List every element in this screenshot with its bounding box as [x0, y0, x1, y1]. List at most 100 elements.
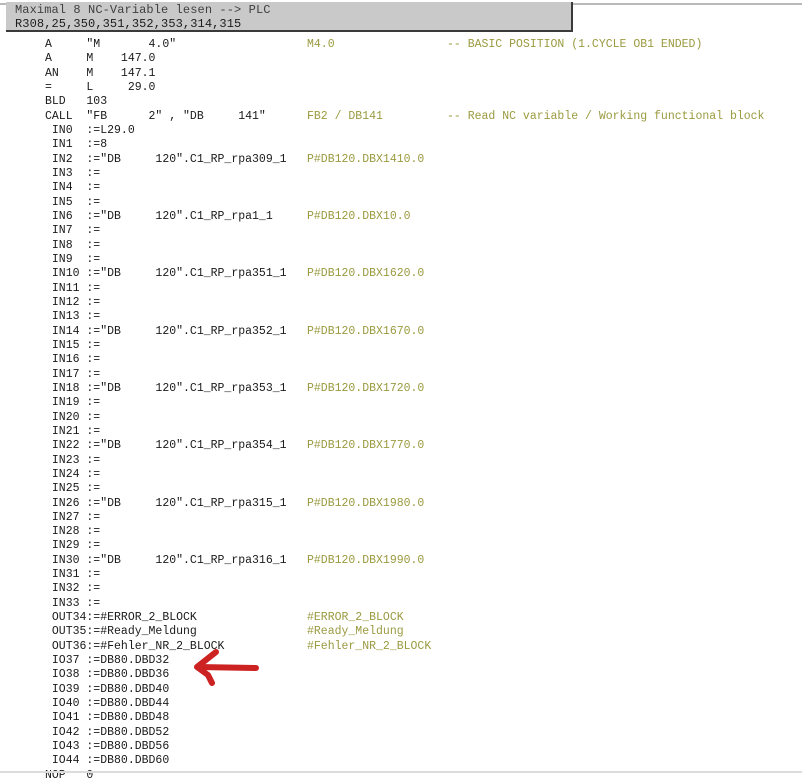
code-line[interactable]: IN28 :=	[0, 525, 802, 539]
code-line[interactable]: BLD 103	[0, 95, 802, 109]
code-line[interactable]: IN8 :=	[0, 239, 802, 253]
code-statement: IN13 :=	[45, 310, 101, 324]
code-statement: IO37 :=DB80.DBD32	[45, 654, 170, 668]
code-line[interactable]: IO41 :=DB80.DBD48	[0, 711, 802, 725]
stl-code-listing[interactable]: A "M 4.0" M4.0 -- BASIC POSITION (1.CYCLE …	[0, 38, 802, 782]
code-line[interactable]: IO42 :=DB80.DBD52	[0, 726, 802, 740]
code-line[interactable]: IN20 :=	[0, 411, 802, 425]
code-line[interactable]: IN4 :=	[0, 181, 802, 195]
code-line[interactable]: IO44 :=DB80.DBD60	[0, 754, 802, 768]
code-line[interactable]: IN9 :=	[0, 253, 802, 267]
code-line[interactable]: IN7 :=	[0, 224, 802, 238]
code-statement: IN1 :=8	[45, 138, 108, 152]
code-line[interactable]: IN21 :=	[0, 425, 802, 439]
code-line[interactable]: IN29 :=	[0, 539, 802, 553]
code-statement: = L 29.0	[45, 80, 156, 94]
code-line[interactable]: IN6 :="DB 120".C1_RP_rpa1_1 P#DB120.DBX10…	[0, 210, 802, 224]
code-line[interactable]: OUT34:=#ERROR_2_BLOCK #ERROR_2_BLOCK	[0, 611, 802, 625]
code-line[interactable]: CALL "FB 2" , "DB 141" FB2 / DB141 -- Read…	[0, 110, 802, 124]
code-line[interactable]: = L 29.0	[0, 81, 802, 95]
code-line[interactable]: A M 147.0	[0, 52, 802, 66]
code-line[interactable]: IO38 :=DB80.DBD36	[0, 668, 802, 682]
code-line[interactable]: IN16 :=	[0, 353, 802, 367]
code-line[interactable]: IN10 :="DB 120".C1_RP_rpa351_1 P#DB120.DB…	[0, 267, 802, 281]
code-line[interactable]: IN15 :=	[0, 339, 802, 353]
code-address-comment: FB2 / DB141	[307, 109, 383, 123]
code-address-comment: #ERROR_2_BLOCK	[307, 611, 404, 625]
code-line[interactable]: IN12 :=	[0, 296, 802, 310]
code-line[interactable]: IN13 :=	[0, 310, 802, 324]
code-statement: IN24 :=	[45, 467, 101, 481]
network-title-line-1: Maximal 8 NC-Variable lesen --> PLC	[15, 3, 271, 17]
code-line[interactable]: IN1 :=8	[0, 138, 802, 152]
code-line[interactable]: OUT35:=#Ready_Meldung #Ready_Meldung	[0, 625, 802, 639]
code-statement: IN14 :="DB 120".C1_RP_rpa352_1	[45, 324, 287, 338]
code-statement: IN8 :=	[45, 238, 101, 252]
code-address-comment: #Fehler_NR_2_BLOCK	[307, 639, 432, 653]
code-line[interactable]: IO39 :=DB80.DBD40	[0, 683, 802, 697]
code-statement: IN5 :=	[45, 195, 101, 209]
code-address-comment: P#DB120.DBX1770.0	[307, 439, 425, 453]
code-statement: IN12 :=	[45, 295, 101, 309]
code-statement: OUT36:=#Fehler_NR_2_BLOCK	[45, 639, 225, 653]
code-statement: IN4 :=	[45, 181, 101, 195]
code-line[interactable]: IN5 :=	[0, 196, 802, 210]
code-line[interactable]: IN27 :=	[0, 511, 802, 525]
code-line[interactable]: IN24 :=	[0, 468, 802, 482]
code-line[interactable]: A "M 4.0" M4.0 -- BASIC POSITION (1.CYCLE …	[0, 38, 802, 52]
code-statement: IN19 :=	[45, 396, 101, 410]
code-line[interactable]: IN31 :=	[0, 568, 802, 582]
code-statement: IN0 :=L29.0	[45, 123, 135, 137]
code-statement: CALL "FB 2" , "DB 141"	[45, 109, 266, 123]
code-statement: IN26 :="DB 120".C1_RP_rpa315_1	[45, 496, 287, 510]
code-line[interactable]: IN23 :=	[0, 454, 802, 468]
code-statement: IO42 :=DB80.DBD52	[45, 725, 170, 739]
code-statement: AN M 147.1	[45, 66, 156, 80]
code-line[interactable]: IO40 :=DB80.DBD44	[0, 697, 802, 711]
code-address-comment: P#DB120.DBX1670.0	[307, 324, 425, 338]
code-line[interactable]: IN22 :="DB 120".C1_RP_rpa354_1 P#DB120.DB…	[0, 439, 802, 453]
code-statement: IN29 :=	[45, 539, 101, 553]
code-line[interactable]: OUT36:=#Fehler_NR_2_BLOCK #Fehler_NR_2_BL…	[0, 640, 802, 654]
code-statement: BLD 103	[45, 95, 108, 109]
code-statement: IN32 :=	[45, 582, 101, 596]
network-title-panel[interactable]: Maximal 8 NC-Variable lesen --> PLC R308…	[6, 2, 573, 32]
code-line[interactable]: IO37 :=DB80.DBD32	[0, 654, 802, 668]
code-statement: IN25 :=	[45, 482, 101, 496]
code-statement: IO40 :=DB80.DBD44	[45, 697, 170, 711]
code-address-comment: P#DB120.DBX1620.0	[307, 267, 425, 281]
code-address-comment: P#DB120.DBX1990.0	[307, 553, 425, 567]
code-line[interactable]: IN19 :=	[0, 396, 802, 410]
code-statement: A M 147.0	[45, 52, 156, 66]
code-line[interactable]: IN14 :="DB 120".C1_RP_rpa352_1 P#DB120.DB…	[0, 325, 802, 339]
code-statement: IN33 :=	[45, 596, 101, 610]
code-statement: IN28 :=	[45, 525, 101, 539]
code-line[interactable]: IN17 :=	[0, 368, 802, 382]
code-statement: A "M 4.0"	[45, 38, 177, 51]
code-line[interactable]: IN25 :=	[0, 482, 802, 496]
code-statement: IN3 :=	[45, 166, 101, 180]
code-line[interactable]: IN3 :=	[0, 167, 802, 181]
code-line[interactable]: IN26 :="DB 120".C1_RP_rpa315_1 P#DB120.DB…	[0, 497, 802, 511]
code-statement: IN27 :=	[45, 510, 101, 524]
code-statement: IN23 :=	[45, 453, 101, 467]
code-line[interactable]: IN2 :="DB 120".C1_RP_rpa309_1 P#DB120.DBX…	[0, 153, 802, 167]
code-line[interactable]: IN32 :=	[0, 582, 802, 596]
code-address-comment: P#DB120.DBX10.0	[307, 209, 411, 223]
code-statement: OUT35:=#Ready_Meldung	[45, 625, 197, 639]
code-line[interactable]: IN30 :="DB 120".C1_RP_rpa316_1 P#DB120.DB…	[0, 554, 802, 568]
code-line[interactable]: IN33 :=	[0, 597, 802, 611]
code-statement: IN9 :=	[45, 252, 101, 266]
code-line[interactable]: IO43 :=DB80.DBD56	[0, 740, 802, 754]
code-statement: IN18 :="DB 120".C1_RP_rpa353_1	[45, 381, 287, 395]
code-statement: IO38 :=DB80.DBD36	[45, 668, 170, 682]
code-line[interactable]: IN18 :="DB 120".C1_RP_rpa353_1 P#DB120.DB…	[0, 382, 802, 396]
code-statement: OUT34:=#ERROR_2_BLOCK	[45, 611, 197, 625]
code-line[interactable]: IN11 :=	[0, 282, 802, 296]
code-statement: IN11 :=	[45, 281, 101, 295]
code-statement: IN16 :=	[45, 353, 101, 367]
code-line[interactable]: AN M 147.1	[0, 67, 802, 81]
code-statement: IN21 :=	[45, 424, 101, 438]
code-line[interactable]: IN0 :=L29.0	[0, 124, 802, 138]
code-statement: IO44 :=DB80.DBD60	[45, 754, 170, 768]
